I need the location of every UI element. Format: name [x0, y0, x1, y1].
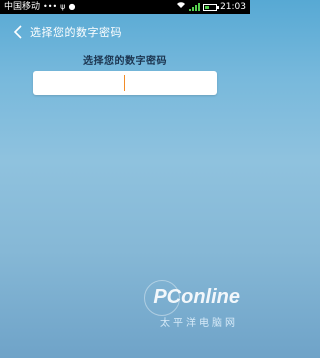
battery-icon	[203, 3, 220, 11]
back-icon[interactable]	[10, 24, 26, 40]
page-title: 选择您的数字密码	[30, 26, 122, 39]
header-bar: 选择您的数字密码	[0, 18, 250, 46]
status-bar: 中国移动 ••• ψ ● 21:03	[0, 0, 250, 14]
wifi-icon	[176, 0, 186, 14]
dots-icon: •••	[43, 2, 58, 11]
usb-icon: ψ	[60, 2, 66, 11]
pin-input[interactable]	[33, 71, 217, 95]
watermark-brand: PConline	[153, 286, 240, 308]
watermark: PConline 太平洋电脑网	[100, 274, 240, 344]
carrier-label: 中国移动	[4, 2, 41, 12]
text-cursor	[124, 75, 125, 91]
status-right: 21:03	[176, 0, 246, 14]
status-left: 中国移动 ••• ψ ●	[4, 0, 75, 14]
pin-prompt: 选择您的数字密码	[83, 56, 167, 67]
watermark-sub: 太平洋电脑网	[160, 318, 238, 329]
signal-icon	[189, 3, 201, 11]
battery-level-fill	[205, 5, 210, 9]
status-time: 21:03	[220, 2, 246, 12]
qq-icon: ●	[68, 2, 76, 11]
